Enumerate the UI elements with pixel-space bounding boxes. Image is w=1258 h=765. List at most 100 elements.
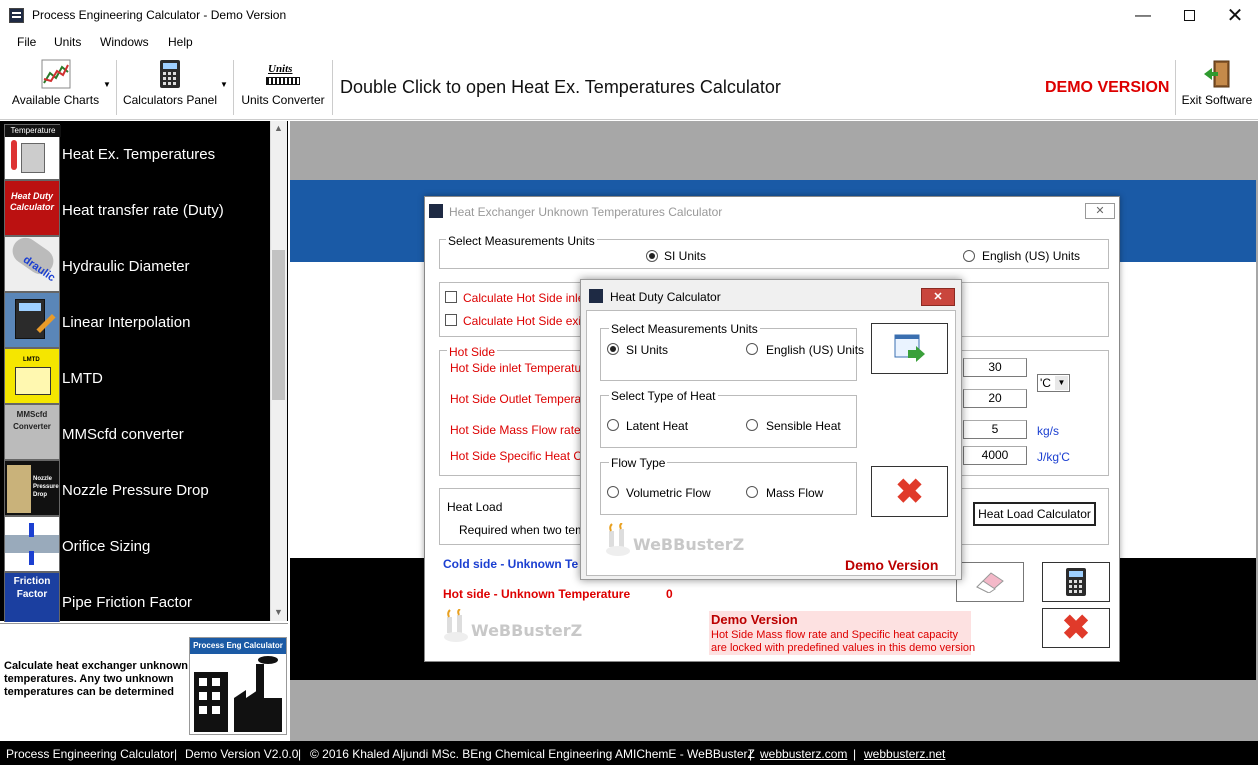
- duty-si-radio[interactable]: [607, 343, 619, 355]
- duty-title: Heat Duty Calculator: [610, 290, 721, 304]
- duty-demo-label: Demo Version: [845, 557, 939, 573]
- status-link-net[interactable]: webbusterz.net: [864, 747, 945, 761]
- minimize-button[interactable]: —: [1120, 0, 1166, 31]
- calc-inlet-checkbox[interactable]: [445, 291, 457, 303]
- list-item-label: LMTD: [62, 370, 103, 387]
- thumb-caption: Temperature: [5, 125, 61, 137]
- converter-icon: MMScfd Converter: [4, 404, 60, 460]
- temp-unit-select[interactable]: 'C ▼: [1037, 374, 1070, 392]
- demo-version-label: DEMO VERSION: [1045, 79, 1170, 96]
- list-item-orifice-sizing[interactable]: Orifice Sizing: [4, 516, 270, 572]
- thermometer-icon: Temperature: [4, 124, 61, 180]
- status-link-com[interactable]: webbusterz.com: [760, 747, 847, 761]
- si-units-radio[interactable]: [646, 250, 658, 262]
- units-converter-button[interactable]: Units Units Converter: [237, 54, 329, 120]
- english-units-label: English (US) Units: [982, 249, 1081, 263]
- hot-outlet-input[interactable]: 20: [963, 389, 1027, 408]
- calculators-dropdown-icon[interactable]: ▼: [220, 80, 228, 89]
- cp-unit: J/kg'C: [1037, 450, 1070, 464]
- units-legend: Select Measurements Units: [446, 234, 597, 248]
- close-x-icon: ✖: [1061, 609, 1091, 647]
- calc-exit-checkbox[interactable]: [445, 314, 457, 326]
- calculators-panel-button[interactable]: Calculators Panel: [120, 54, 220, 120]
- status-separator: |: [853, 747, 857, 761]
- dialog-app-icon: [429, 204, 443, 218]
- heat-type-legend: Select Type of Heat: [609, 389, 718, 403]
- dialog-title: Heat Exchanger Unknown Temperatures Calc…: [449, 205, 723, 219]
- exit-software-label: Exit Software: [1181, 93, 1253, 107]
- duty-next-button[interactable]: [871, 323, 948, 374]
- mass-flow-label: Hot Side Mass Flow rate: [450, 423, 581, 437]
- list-item-hydraulic-diameter[interactable]: draulic Hydraulic Diameter: [4, 236, 270, 292]
- toolbar-separator: [116, 60, 117, 115]
- list-item-nozzle-pressure-drop[interactable]: Nozzle Pressure Drop Nozzle Pressure Dro…: [4, 460, 270, 516]
- toolbar-separator: [1175, 60, 1176, 115]
- calculator-description: Calculate heat exchanger unknown tempera…: [4, 660, 188, 698]
- list-item-lmtd[interactable]: LMTD LMTD: [4, 348, 270, 404]
- list-item-heat-transfer-rate[interactable]: Heat Duty Calculator Heat transfer rate …: [4, 180, 270, 236]
- dialog-close-button[interactable]: ✕: [1085, 203, 1115, 219]
- list-item-linear-interpolation[interactable]: Linear Interpolation: [4, 292, 270, 348]
- list-item-pipe-friction-factor[interactable]: Friction Factor Pipe Friction Factor: [4, 572, 270, 622]
- latent-heat-radio[interactable]: [607, 419, 619, 431]
- hot-unknown-label: Hot side - Unknown Temperature: [443, 587, 631, 601]
- nozzle-icon: Nozzle Pressure Drop: [4, 460, 60, 516]
- scroll-up-icon[interactable]: ▲: [274, 123, 283, 133]
- menu-units[interactable]: Units: [54, 35, 81, 49]
- list-item-label: MMScfd converter: [62, 426, 184, 443]
- menu-windows[interactable]: Windows: [100, 35, 149, 49]
- sensible-heat-radio[interactable]: [746, 419, 758, 431]
- available-charts-label: Available Charts: [11, 93, 100, 107]
- volumetric-flow-radio[interactable]: [607, 486, 619, 498]
- hot-inlet-label: Hot Side inlet Temperature: [450, 361, 592, 375]
- hot-inlet-input[interactable]: 30: [963, 358, 1027, 377]
- english-units-radio[interactable]: [963, 250, 975, 262]
- hot-unknown-value: 0: [666, 587, 673, 601]
- scroll-down-icon[interactable]: ▼: [274, 607, 283, 617]
- list-item-mmscfd-converter[interactable]: MMScfd Converter MMScfd converter: [4, 404, 270, 460]
- units-converter-label: Units Converter: [241, 93, 325, 107]
- chart-icon: [41, 59, 71, 89]
- mass-flow-label: Mass Flow: [766, 486, 824, 500]
- list-item-heat-ex-temperatures[interactable]: Temperature Heat Ex. Temperatures: [4, 124, 270, 180]
- menu-help[interactable]: Help: [168, 35, 193, 49]
- calculate-button[interactable]: [1042, 562, 1110, 602]
- list-item-label: Linear Interpolation: [62, 314, 191, 331]
- mass-flow-input[interactable]: 5: [963, 420, 1027, 439]
- dialog-title-bar[interactable]: Heat Exchanger Unknown Temperatures Calc…: [425, 197, 1119, 225]
- list-item-label: Orifice Sizing: [62, 538, 151, 555]
- latent-heat-label: Latent Heat: [626, 419, 689, 433]
- duty-title-bar[interactable]: Heat Duty Calculator ✕: [581, 280, 961, 310]
- available-charts-button[interactable]: Available Charts: [8, 54, 103, 120]
- duty-app-icon: [589, 289, 603, 303]
- pipe-icon: draulic: [4, 236, 60, 292]
- calc-inlet-label: Calculate Hot Side inlet T: [463, 291, 599, 305]
- duty-close-button[interactable]: ✕: [921, 288, 955, 306]
- cold-unknown-label: Cold side - Unknown Te: [443, 557, 579, 571]
- heat-load-legend: Heat Load: [447, 500, 503, 514]
- mass-flow-radio[interactable]: [746, 486, 758, 498]
- app-icon: [9, 8, 24, 23]
- status-separator: |: [174, 747, 178, 761]
- menu-file[interactable]: File: [17, 35, 36, 49]
- window-title: Process Engineering Calculator - Demo Ve…: [32, 8, 287, 22]
- status-separator: |: [298, 747, 302, 761]
- friction-icon: Friction Factor: [4, 572, 60, 622]
- specific-heat-input[interactable]: 4000: [963, 446, 1027, 465]
- charts-dropdown-icon[interactable]: ▼: [103, 80, 111, 89]
- scrollbar-thumb[interactable]: [272, 250, 285, 400]
- close-x-icon: ✖: [895, 472, 924, 511]
- exit-software-button[interactable]: Exit Software: [1180, 54, 1254, 120]
- clear-button[interactable]: [956, 562, 1024, 602]
- duty-english-radio[interactable]: [746, 343, 758, 355]
- status-app-name: Process Engineering Calculator: [6, 747, 175, 761]
- volumetric-flow-label: Volumetric Flow: [626, 486, 711, 500]
- close-button[interactable]: ✕: [1212, 0, 1258, 31]
- maximize-button[interactable]: [1166, 0, 1212, 31]
- close-dialog-button[interactable]: ✖: [1042, 608, 1110, 648]
- toolbar-hint: Double Click to open Heat Ex. Temperatur…: [340, 77, 781, 97]
- duty-cancel-button[interactable]: ✖: [871, 466, 948, 517]
- heat-load-calculator-button[interactable]: Heat Load Calculator: [973, 502, 1096, 526]
- list-item-label: Heat transfer rate (Duty): [62, 202, 224, 219]
- duty-units-legend: Select Measurements Units: [609, 322, 760, 336]
